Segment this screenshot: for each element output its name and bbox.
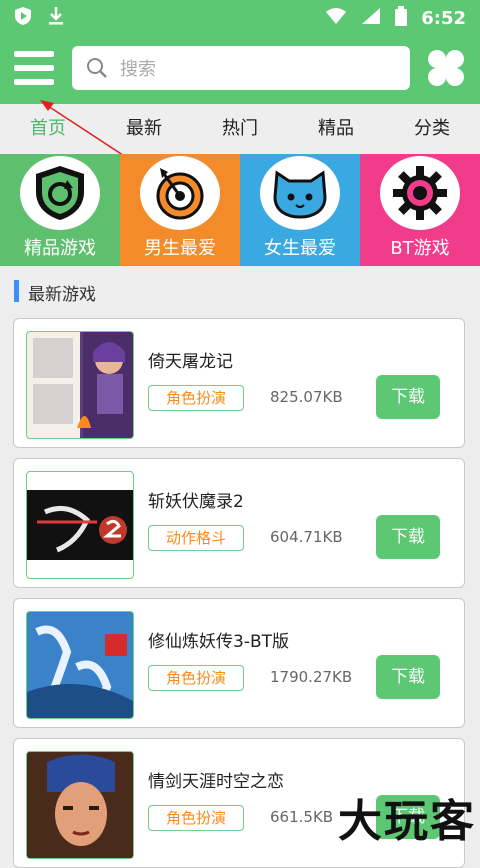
list-item[interactable]: 斩妖伏魔录2 动作格斗 604.71KB 下载: [13, 458, 465, 588]
category-bt-games[interactable]: BT游戏: [360, 154, 480, 266]
clover-menu-icon[interactable]: [426, 48, 466, 88]
game-thumbnail: [26, 331, 134, 439]
game-tag: 动作格斗: [148, 525, 244, 551]
tab-category[interactable]: 分类: [384, 104, 480, 154]
menu-icon-line: [14, 65, 54, 71]
status-bar: 6:52: [0, 0, 480, 34]
search-placeholder: 搜索: [120, 59, 156, 80]
game-thumbnail: [26, 751, 134, 859]
target-arrow-icon: [140, 156, 220, 230]
search-input[interactable]: 搜索: [72, 46, 410, 90]
game-tag: 角色扮演: [148, 805, 244, 831]
menu-icon-line: [14, 51, 54, 57]
game-name: 修仙炼妖传3-BT版: [148, 632, 289, 652]
game-thumbnail: [26, 471, 134, 579]
tab-hot[interactable]: 热门: [192, 104, 288, 154]
section-title: 最新游戏: [28, 285, 96, 305]
section-header: 最新游戏: [0, 268, 480, 314]
download-button[interactable]: 下载: [376, 655, 440, 699]
watermark: 大玩客: [338, 796, 476, 847]
signal-icon: [361, 7, 381, 30]
category-girls-favorite[interactable]: 女生最爱: [240, 154, 360, 266]
game-tag: 角色扮演: [148, 385, 244, 411]
tab-featured[interactable]: 精品: [288, 104, 384, 154]
game-tag: 角色扮演: [148, 665, 244, 691]
menu-button[interactable]: [14, 48, 54, 88]
wifi-icon: [325, 7, 347, 30]
game-name: 斩妖伏魔录2: [148, 492, 244, 512]
section-accent-bar: [14, 280, 19, 302]
menu-icon-line: [14, 79, 54, 85]
category-label: 男生最爱: [144, 238, 216, 259]
list-item[interactable]: 倚天屠龙记 角色扮演 825.07KB 下载: [13, 318, 465, 448]
download-button[interactable]: 下载: [376, 515, 440, 559]
tab-bar: 首页 最新 热门 精品 分类: [0, 104, 480, 154]
game-size: 825.07KB: [270, 388, 343, 406]
download-button[interactable]: 下载: [376, 375, 440, 419]
game-size: 661.5KB: [270, 808, 334, 826]
game-name: 情剑天涯时空之恋: [148, 772, 284, 792]
search-icon: [86, 57, 108, 79]
download-icon: [48, 6, 64, 30]
shield-refresh-icon: [20, 156, 100, 230]
category-label: 精品游戏: [24, 238, 96, 259]
shield-play-icon: [14, 6, 32, 30]
category-grid: 精品游戏 男生最爱 女生最爱 BT游戏: [0, 154, 480, 266]
tab-latest[interactable]: 最新: [96, 104, 192, 154]
game-name: 倚天屠龙记: [148, 352, 233, 372]
list-item[interactable]: 修仙炼妖传3-BT版 角色扮演 1790.27KB 下载: [13, 598, 465, 728]
gear-icon: [380, 156, 460, 230]
game-size: 604.71KB: [270, 528, 343, 546]
category-featured-games[interactable]: 精品游戏: [0, 154, 120, 266]
game-size: 1790.27KB: [270, 668, 353, 686]
category-label: 女生最爱: [264, 238, 336, 259]
battery-icon: [395, 6, 408, 31]
header: 搜索: [0, 34, 480, 104]
category-boys-favorite[interactable]: 男生最爱: [120, 154, 240, 266]
tab-home[interactable]: 首页: [0, 104, 96, 154]
status-time: 6:52: [421, 8, 466, 29]
category-label: BT游戏: [390, 238, 450, 259]
game-thumbnail: [26, 611, 134, 719]
cat-face-icon: [260, 156, 340, 230]
